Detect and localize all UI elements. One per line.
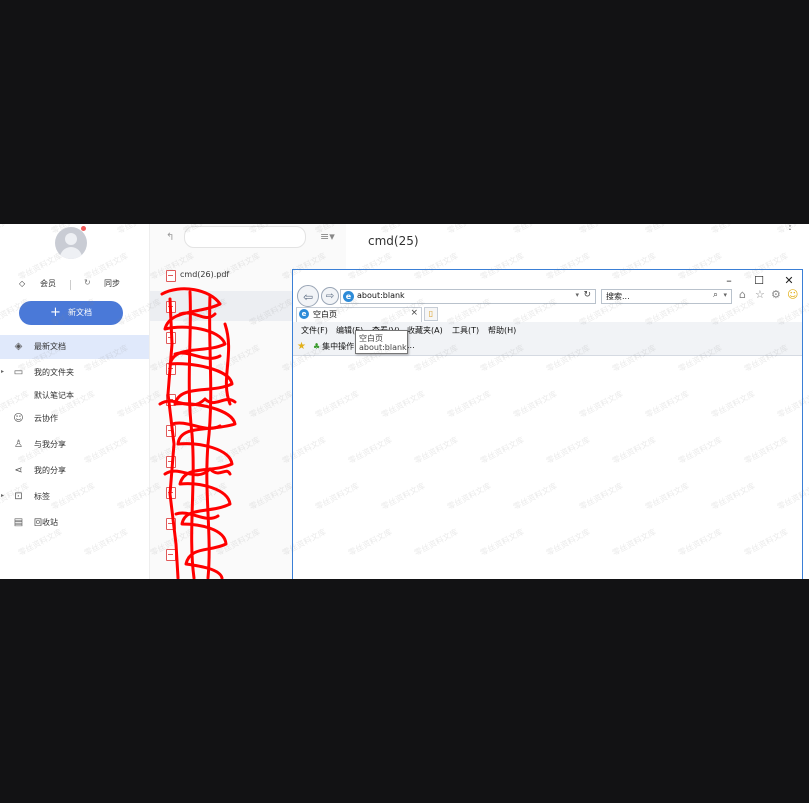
forward-button[interactable]: ⇨	[321, 287, 339, 305]
watermark-text: 零丝资料文库	[643, 224, 690, 236]
people-icon: ☺	[13, 413, 24, 424]
search-placeholder: 搜索...	[606, 292, 630, 301]
pdf-icon	[166, 363, 176, 375]
home-icon[interactable]: ⌂	[739, 288, 746, 301]
sidebar-item-tags[interactable]: ▸ ⊡ 标签	[0, 485, 149, 509]
search-input[interactable]	[184, 226, 306, 248]
sidebar: ◇ 会员 ↻ 同步 + 新文档 ◈ 最新文档 ▸ ▭ 我的文件夹 默认笔记本 ☺ …	[0, 224, 150, 579]
search-box[interactable]: 搜索... ⌕ ▾	[601, 289, 732, 304]
pdf-icon	[166, 394, 176, 406]
menu-help[interactable]: 帮助(H)	[488, 325, 516, 336]
new-document-button[interactable]: + 新文档	[19, 301, 123, 325]
new-tab-button[interactable]: ▯	[424, 307, 438, 321]
share-icon: ⋖	[14, 465, 23, 476]
address-text: about:blank	[357, 291, 405, 300]
sync-icon: ↻	[84, 278, 91, 287]
watermark-text: 零丝资料文库	[445, 224, 492, 236]
dropdown-arrow-icon[interactable]: ▾	[723, 291, 727, 299]
expand-arrow-icon[interactable]: ▸	[1, 492, 4, 499]
sidebar-item-label: 我的分享	[34, 466, 66, 475]
pdf-icon	[166, 456, 176, 468]
menu-tools[interactable]: 工具(T)	[452, 325, 479, 336]
pdf-icon	[166, 332, 176, 344]
leaf-icon: ♣	[313, 342, 321, 351]
favorites-item[interactable]: ♣ 集中操作	[313, 341, 354, 352]
sidebar-item-shared-with-me[interactable]: ♙ 与我分享	[0, 433, 149, 457]
pdf-icon	[166, 518, 176, 530]
dropdown-arrow-icon[interactable]: ▾	[575, 291, 579, 299]
tag-icon: ⊡	[14, 491, 23, 502]
sidebar-item-recent[interactable]: ◈ 最新文档	[0, 335, 149, 359]
menu-file[interactable]: 文件(F)	[301, 325, 328, 336]
plus-icon: +	[50, 305, 61, 320]
sidebar-item-default-notebook[interactable]: 默认笔记本	[0, 384, 149, 408]
favorites-item-label: 集中操作	[322, 342, 355, 351]
sidebar-item-my-shares[interactable]: ⋖ 我的分享	[0, 459, 149, 483]
sidebar-item-label: 云协作	[34, 414, 58, 423]
trash-icon: ▤	[13, 517, 24, 528]
search-icon[interactable]: ⌕	[713, 290, 718, 300]
sidebar-item-label: 回收站	[34, 518, 58, 527]
sidebar-item-label: 最新文档	[34, 342, 66, 351]
sidebar-item-label: 我的文件夹	[34, 368, 74, 377]
diamond-icon: ◇	[19, 279, 26, 288]
sort-menu-icon[interactable]: ≡▾	[320, 230, 335, 243]
pdf-icon	[166, 425, 176, 437]
pdf-icon	[166, 270, 176, 282]
shared-user-icon: ♙	[14, 439, 23, 450]
smiley-feedback-icon[interactable]: ☺	[787, 288, 798, 301]
sync-button[interactable]: 同步	[104, 278, 120, 289]
layers-icon: ◈	[14, 341, 23, 352]
member-button[interactable]: 会员	[40, 278, 56, 289]
sidebar-item-trash[interactable]: ▤ 回收站	[0, 511, 149, 535]
watermark-text: 零丝资料文库	[577, 224, 624, 236]
menu-favorites[interactable]: 收藏夹(A)	[407, 325, 443, 336]
browser-tab[interactable]: e 空白页 ×	[296, 307, 422, 322]
member-sync-row: ◇ 会员 ↻ 同步	[0, 278, 149, 292]
sidebar-item-label: 与我分享	[34, 440, 66, 449]
watermark-text: 零丝资料文库	[709, 224, 756, 236]
address-bar[interactable]: e about:blank ▾ ↻	[340, 289, 596, 304]
favorites-more[interactable]: ...	[407, 341, 415, 350]
pdf-icon	[166, 301, 176, 313]
divider	[70, 280, 71, 290]
expand-arrow-icon[interactable]: ▸	[1, 368, 4, 375]
watermark-text: 零丝资料文库	[511, 224, 558, 236]
screenshot-area: ◇ 会员 ↻ 同步 + 新文档 ◈ 最新文档 ▸ ▭ 我的文件夹 默认笔记本 ☺ …	[0, 224, 809, 579]
document-title: cmd(25)	[368, 234, 419, 248]
ie-logo-icon: e	[299, 309, 309, 319]
new-document-label: 新文档	[67, 308, 92, 317]
ie-logo-icon: e	[343, 291, 354, 302]
tab-tooltip: 空白页 about:blank	[355, 330, 408, 354]
folder-icon: ▭	[13, 367, 24, 378]
refresh-icon[interactable]: ↻	[583, 290, 591, 300]
more-options-icon[interactable]: ⋮	[785, 224, 795, 232]
back-arrow-icon[interactable]: ↰	[166, 232, 174, 243]
avatar[interactable]	[55, 227, 87, 259]
notification-dot	[81, 226, 86, 231]
browser-window: – ☐ ✕ ⇦ ⇨ e about:blank ▾ ↻ 搜索... ⌕ ▾ ⌂ …	[292, 269, 803, 579]
file-name: cmd(26).pdf	[180, 270, 230, 279]
gear-icon[interactable]: ⚙	[771, 288, 781, 301]
sidebar-item-label: 默认笔记本	[34, 391, 74, 400]
favorites-star-icon[interactable]: ☆	[755, 288, 765, 301]
sidebar-item-label: 标签	[34, 492, 50, 501]
close-tab-icon[interactable]: ×	[410, 308, 418, 318]
tooltip-url: about:blank	[359, 343, 407, 352]
favorites-star-icon[interactable]: ★	[297, 341, 306, 352]
pdf-icon	[166, 487, 176, 499]
sidebar-item-cloud-collab[interactable]: ☺ 云协作	[0, 407, 149, 431]
tab-title: 空白页	[313, 310, 337, 319]
back-button[interactable]: ⇦	[297, 285, 319, 307]
sidebar-item-my-folders[interactable]: ▸ ▭ 我的文件夹	[0, 361, 149, 385]
pdf-icon	[166, 549, 176, 561]
